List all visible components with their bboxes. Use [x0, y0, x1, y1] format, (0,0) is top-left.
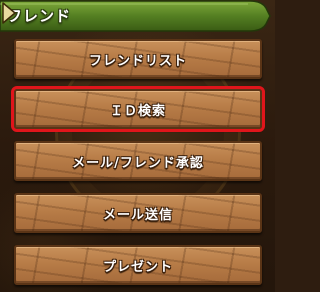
- friend-menu: フレンドリスト ＩＤ検索 メール/フレンド承認 メール送信 プレゼント: [0, 0, 275, 292]
- id-search-button[interactable]: ＩＤ検索: [11, 86, 265, 132]
- mail-friend-approval-label: メール/フレンド承認: [72, 155, 204, 171]
- friend-list-button[interactable]: フレンドリスト: [14, 39, 262, 79]
- mail-friend-approval-button[interactable]: メール/フレンド承認: [14, 141, 262, 181]
- send-mail-label: メール送信: [102, 207, 173, 223]
- friend-list-label: フレンドリスト: [88, 53, 187, 69]
- present-button[interactable]: プレゼント: [14, 245, 262, 285]
- id-search-label: ＩＤ検索: [109, 103, 166, 119]
- send-mail-button[interactable]: メール送信: [14, 193, 262, 233]
- present-label: プレゼント: [102, 259, 173, 275]
